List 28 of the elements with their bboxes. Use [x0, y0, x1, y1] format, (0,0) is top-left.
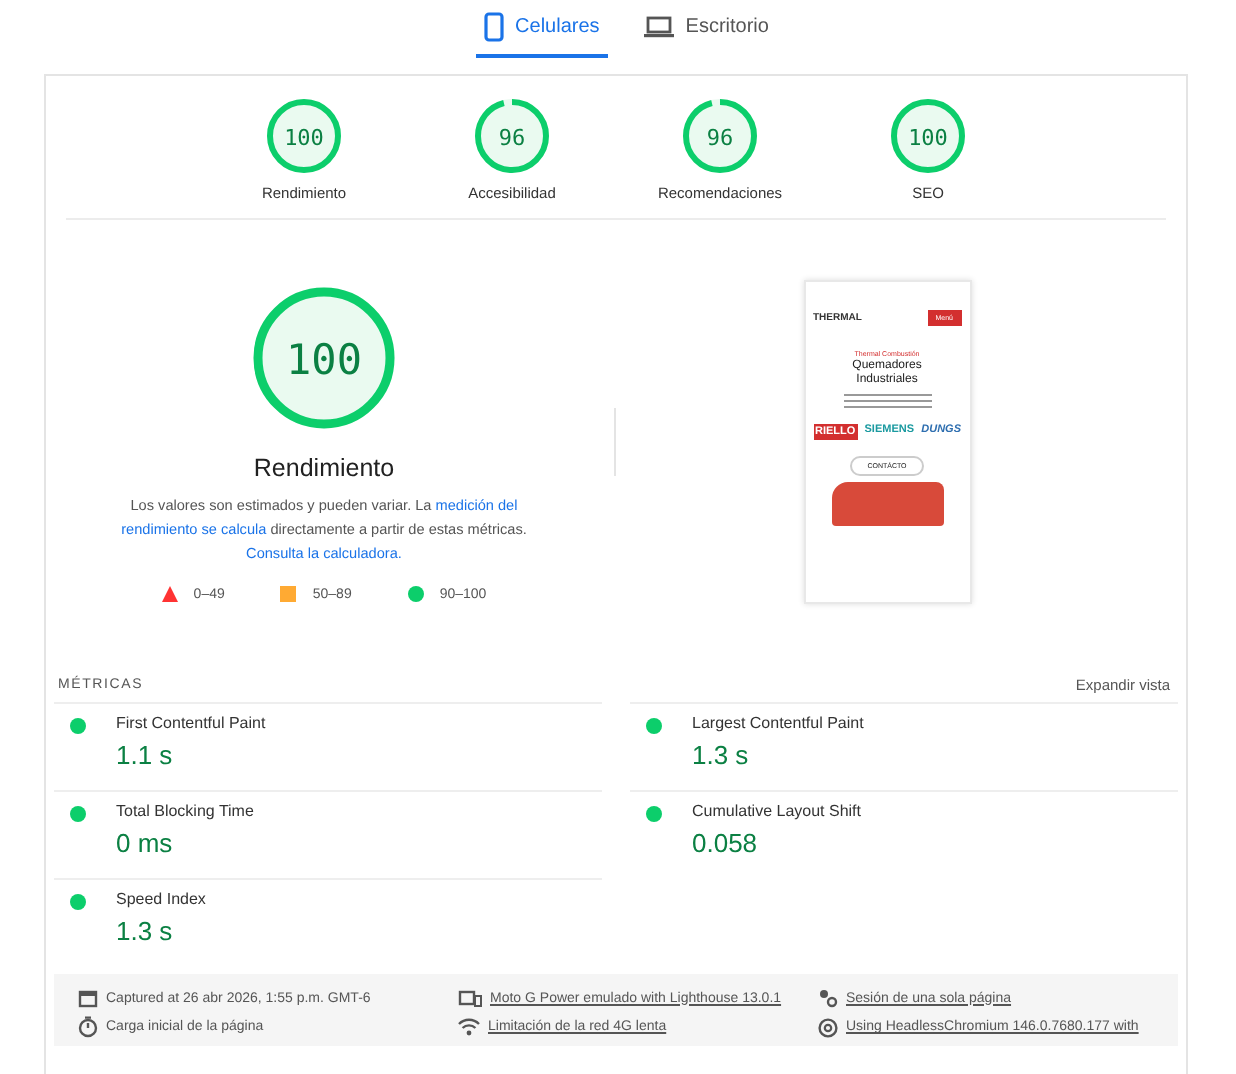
metric-name: Largest Contentful Paint — [692, 714, 864, 732]
metric-name: First Contentful Paint — [116, 714, 266, 732]
metric-name: Cumulative Layout Shift — [692, 802, 861, 820]
score-gauge: 100 — [264, 96, 344, 176]
device-tab[interactable]: Escritorio — [635, 0, 777, 58]
metric-name: Total Blocking Time — [116, 802, 254, 820]
metric-value: 0 ms — [116, 828, 175, 858]
metric-name: Speed Index — [116, 890, 206, 908]
metric-value: 1.3 s — [116, 916, 175, 946]
score-gauge: 96 — [472, 96, 552, 176]
text-lines-drawing — [843, 394, 931, 408]
browser-icon — [818, 1017, 838, 1037]
laptop-icon — [643, 16, 674, 38]
devices-icon — [458, 988, 482, 1008]
phone-icon — [483, 12, 504, 42]
device-tab[interactable]: Celulares — [475, 0, 608, 58]
burner-photo-placeholder — [831, 482, 943, 526]
metric-value: 0.058 — [692, 828, 760, 858]
performance-title: Rendimiento — [253, 454, 395, 482]
performance-gauge: 100 — [248, 282, 400, 434]
metric-value: 1.1 s — [116, 740, 175, 770]
score-gauge: 96 — [680, 96, 760, 176]
wifi-icon — [458, 1018, 480, 1036]
metric-value: 1.3 s — [692, 740, 751, 770]
timer-icon — [78, 1016, 98, 1038]
score-gauge: 100 — [888, 96, 968, 176]
calendar-icon — [78, 988, 98, 1008]
people-icon — [818, 988, 838, 1008]
